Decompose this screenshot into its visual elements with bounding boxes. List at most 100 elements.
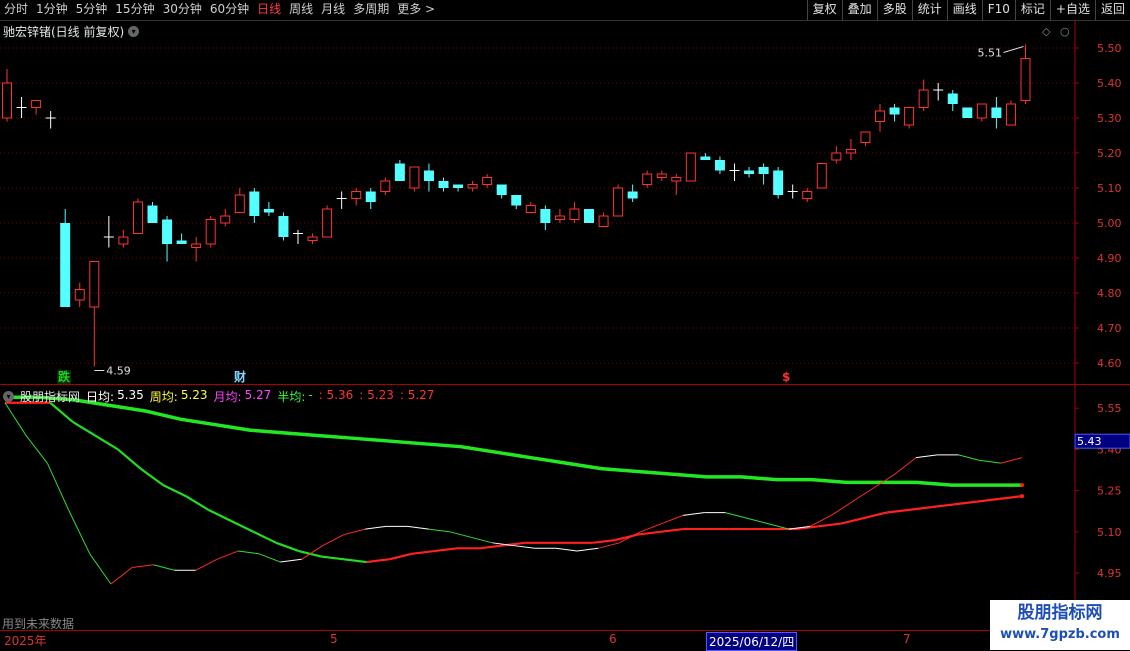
candle [423,163,434,192]
candle [118,230,129,248]
period-tab[interactable]: 更多 > [393,0,439,20]
candle-body [540,209,551,223]
period-tab[interactable]: 周线 [285,0,317,20]
monthly-average-end [1020,483,1024,488]
high-marker-line [1003,46,1024,53]
candle [816,163,827,189]
candle [714,156,725,174]
daily-average-segment [576,547,599,552]
candle [103,216,114,248]
indicator-item-label: 月均: [213,390,242,404]
toolbar-button[interactable]: F10 [981,0,1015,20]
indicator-axis-label: 4.95 [1097,567,1122,580]
indicator-item-value: - [308,388,313,402]
candle-body [1020,58,1031,101]
daily-average-segment [4,402,27,436]
price-axis-label: 5.00 [1097,217,1122,230]
candle-body [409,166,420,189]
event-marker: 跌 [58,369,71,384]
chevron-down-icon[interactable]: ▾ [3,391,14,402]
candle [511,195,522,209]
daily-average-segment [280,558,302,563]
candle [45,111,56,129]
candle [234,188,245,213]
candle [525,202,536,213]
weekly-average-segment [253,530,277,544]
candle-body [845,149,856,154]
toolbar-button[interactable]: 画线 [946,0,982,20]
candle-body [249,191,260,216]
toolbar-button[interactable]: 标记 [1014,0,1050,20]
candle-body [584,209,594,223]
daily-average-segment [1000,457,1023,464]
period-tab[interactable]: 60分钟 [206,0,253,20]
candle [132,198,143,234]
candle-body [875,110,885,122]
toolbar-button[interactable]: 叠加 [841,0,877,20]
weekly-average-segment [931,503,955,509]
weekly-average-segment [230,519,255,533]
weekly-average-segment [434,547,458,553]
candle-body [176,240,187,244]
candle [162,216,173,262]
candle [74,282,85,307]
daily-average-segment [322,534,345,547]
toolbar-button[interactable]: 多股 [876,0,912,20]
chevron-down-icon[interactable]: ▾ [128,26,140,37]
candle [467,181,478,192]
high-price-marker: 5.51 [978,47,1003,60]
toolbar-button[interactable]: 返回 [1094,0,1130,20]
daily-average-segment [428,528,451,533]
toolbar-button[interactable]: +自选 [1049,0,1095,20]
daily-average-segment [915,454,938,459]
period-tab[interactable]: 日线 [253,0,285,20]
indicator-axis-label: 5.10 [1097,526,1122,539]
candle-body [598,215,609,227]
candle-body [758,167,769,174]
candle [482,174,493,188]
date-axis-label: 7 [903,632,911,646]
candle [263,202,274,216]
candle-body [60,223,71,307]
candle [205,216,216,248]
weekly-average-segment [999,495,1023,500]
weekly-average-segment [185,495,209,511]
indicator-item-label: 周均: [149,390,178,404]
candle [758,163,769,185]
candle-body [74,289,85,301]
candle-body [569,208,580,220]
weekly-average-segment [49,401,74,423]
daily-average-segment [407,525,429,530]
cursor-date-tag: 2025/06/12/四 [706,632,798,651]
toolbar-button[interactable]: 复权 [806,0,842,20]
candle-body [889,107,900,115]
daily-average-segment [89,553,112,585]
daily-average-segment [661,514,684,525]
period-tab[interactable]: 5分钟 [72,0,112,20]
indicator-axis-label: 5.25 [1097,485,1122,498]
candle [322,205,333,238]
period-tab[interactable]: 30分钟 [159,0,206,20]
candle-body [773,170,784,195]
candle-body [467,184,478,189]
period-tab[interactable]: 15分钟 [111,0,158,20]
toolbar-button[interactable]: 统计 [911,0,947,20]
period-tab[interactable]: 分时 [0,0,32,20]
monthly-average-line [5,395,1022,487]
indicator-chart[interactable]: 5.555.405.255.104.955.43 [0,385,1130,630]
candle-body [991,107,1002,118]
candle-body [234,194,245,213]
period-tab[interactable]: 多周期 [349,0,393,20]
candle [933,83,944,101]
candle [744,167,755,178]
candle-body [322,208,333,238]
period-tab[interactable]: 1分钟 [32,0,72,20]
candle-body [89,261,100,308]
candlestick-chart[interactable]: 5.50 5.40 5.30 5.20 5.10 5.00 4.90 4.80 4.70 4.60… [0,21,1130,385]
indicator-item-label: 半均: [277,390,306,404]
candle-body [118,236,129,245]
stock-title: 驰宏锌锗(日线 前复权) [3,25,125,39]
period-tab[interactable]: 月线 [317,0,349,20]
daily-average-segment [852,487,874,503]
candle-body [947,93,958,104]
